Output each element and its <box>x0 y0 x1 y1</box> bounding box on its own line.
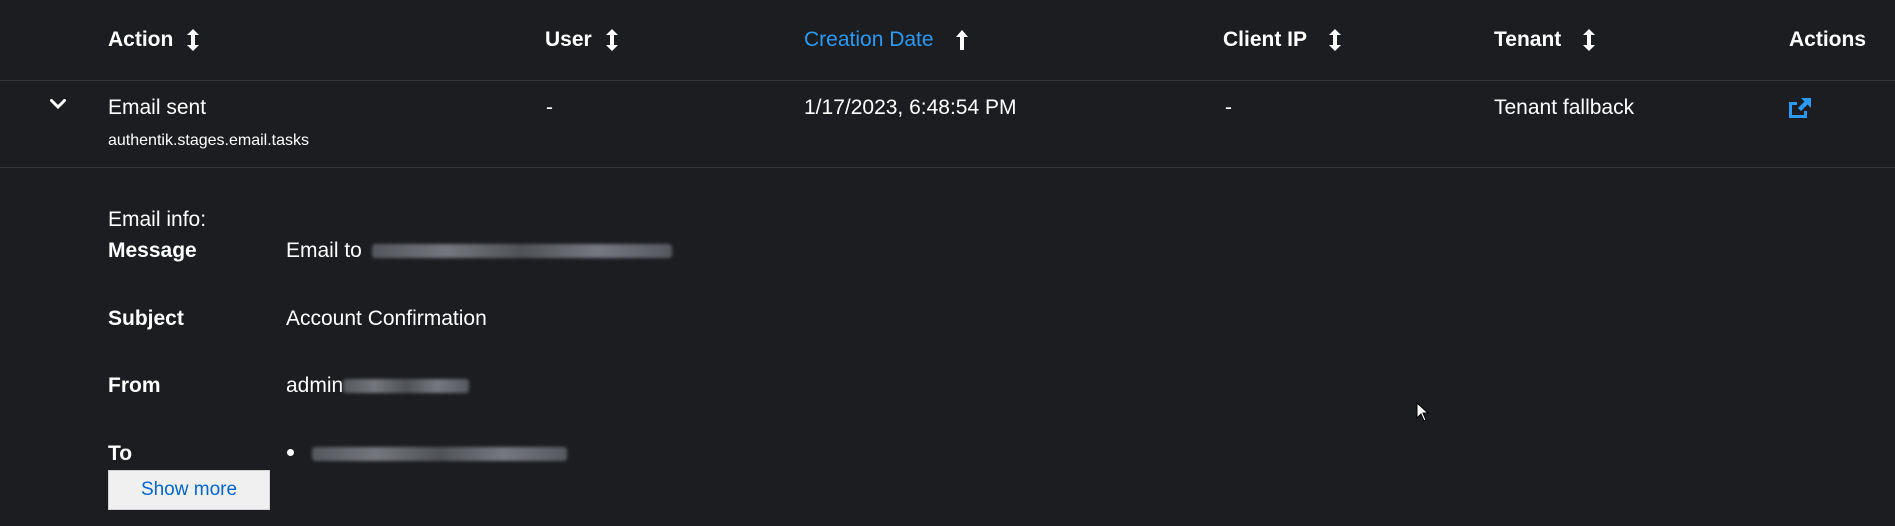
column-header-label: Tenant <box>1494 28 1562 51</box>
message-label: Message <box>108 239 197 262</box>
table-row <box>0 80 1895 168</box>
list-bullet <box>287 449 294 456</box>
column-header-creation-date[interactable]: Creation Date <box>804 0 968 80</box>
to-value <box>312 442 567 466</box>
column-header-label: Creation Date <box>804 28 934 51</box>
redacted-email <box>343 379 470 394</box>
row-app: authentik.stages.email.tasks <box>108 132 309 149</box>
column-header-user[interactable]: User <box>545 0 618 80</box>
column-header-label: Action <box>108 28 174 51</box>
column-header-label: User <box>545 28 592 51</box>
sort-both-icon[interactable] <box>1583 29 1596 51</box>
to-label: To <box>108 442 133 465</box>
subject-label: Subject <box>108 307 184 330</box>
row-client-ip: - <box>1225 96 1232 119</box>
row-creation-date: 1/17/2023, 6:48:54 PM <box>804 96 1017 119</box>
row-action: Email sent <box>108 96 207 119</box>
sort-both-icon[interactable] <box>605 29 618 51</box>
redacted-email <box>312 447 567 462</box>
table-header: Action User Creation Date Client IP Tena… <box>0 0 1895 81</box>
email-info-heading: Email info: <box>108 208 207 231</box>
chevron-down-icon <box>50 97 66 115</box>
sort-both-icon[interactable] <box>1329 29 1342 51</box>
sort-asc-icon[interactable] <box>955 30 968 50</box>
row-user: - <box>546 96 553 119</box>
show-more-button[interactable]: Show more <box>108 470 270 510</box>
subject-value: Account Confirmation <box>286 307 487 330</box>
column-header-label: Client IP <box>1223 28 1308 51</box>
from-text: admin <box>286 374 344 397</box>
external-link-icon[interactable] <box>1787 96 1813 120</box>
mouse-cursor-icon <box>1416 401 1430 422</box>
from-value: admin <box>286 374 470 398</box>
column-header-label: Actions <box>1789 28 1867 51</box>
message-value: Email to <box>286 239 672 263</box>
column-header-tenant[interactable]: Tenant <box>1494 0 1596 80</box>
column-header-action[interactable]: Action <box>108 0 200 80</box>
from-label: From <box>108 374 161 397</box>
expand-row-toggle[interactable] <box>48 96 68 116</box>
sort-both-icon[interactable] <box>187 29 200 51</box>
row-tenant: Tenant fallback <box>1494 96 1635 119</box>
redacted-email <box>371 244 672 259</box>
column-header-actions: Actions <box>1789 0 1866 80</box>
message-text: Email to <box>286 239 362 262</box>
column-header-client-ip[interactable]: Client IP <box>1223 0 1342 80</box>
